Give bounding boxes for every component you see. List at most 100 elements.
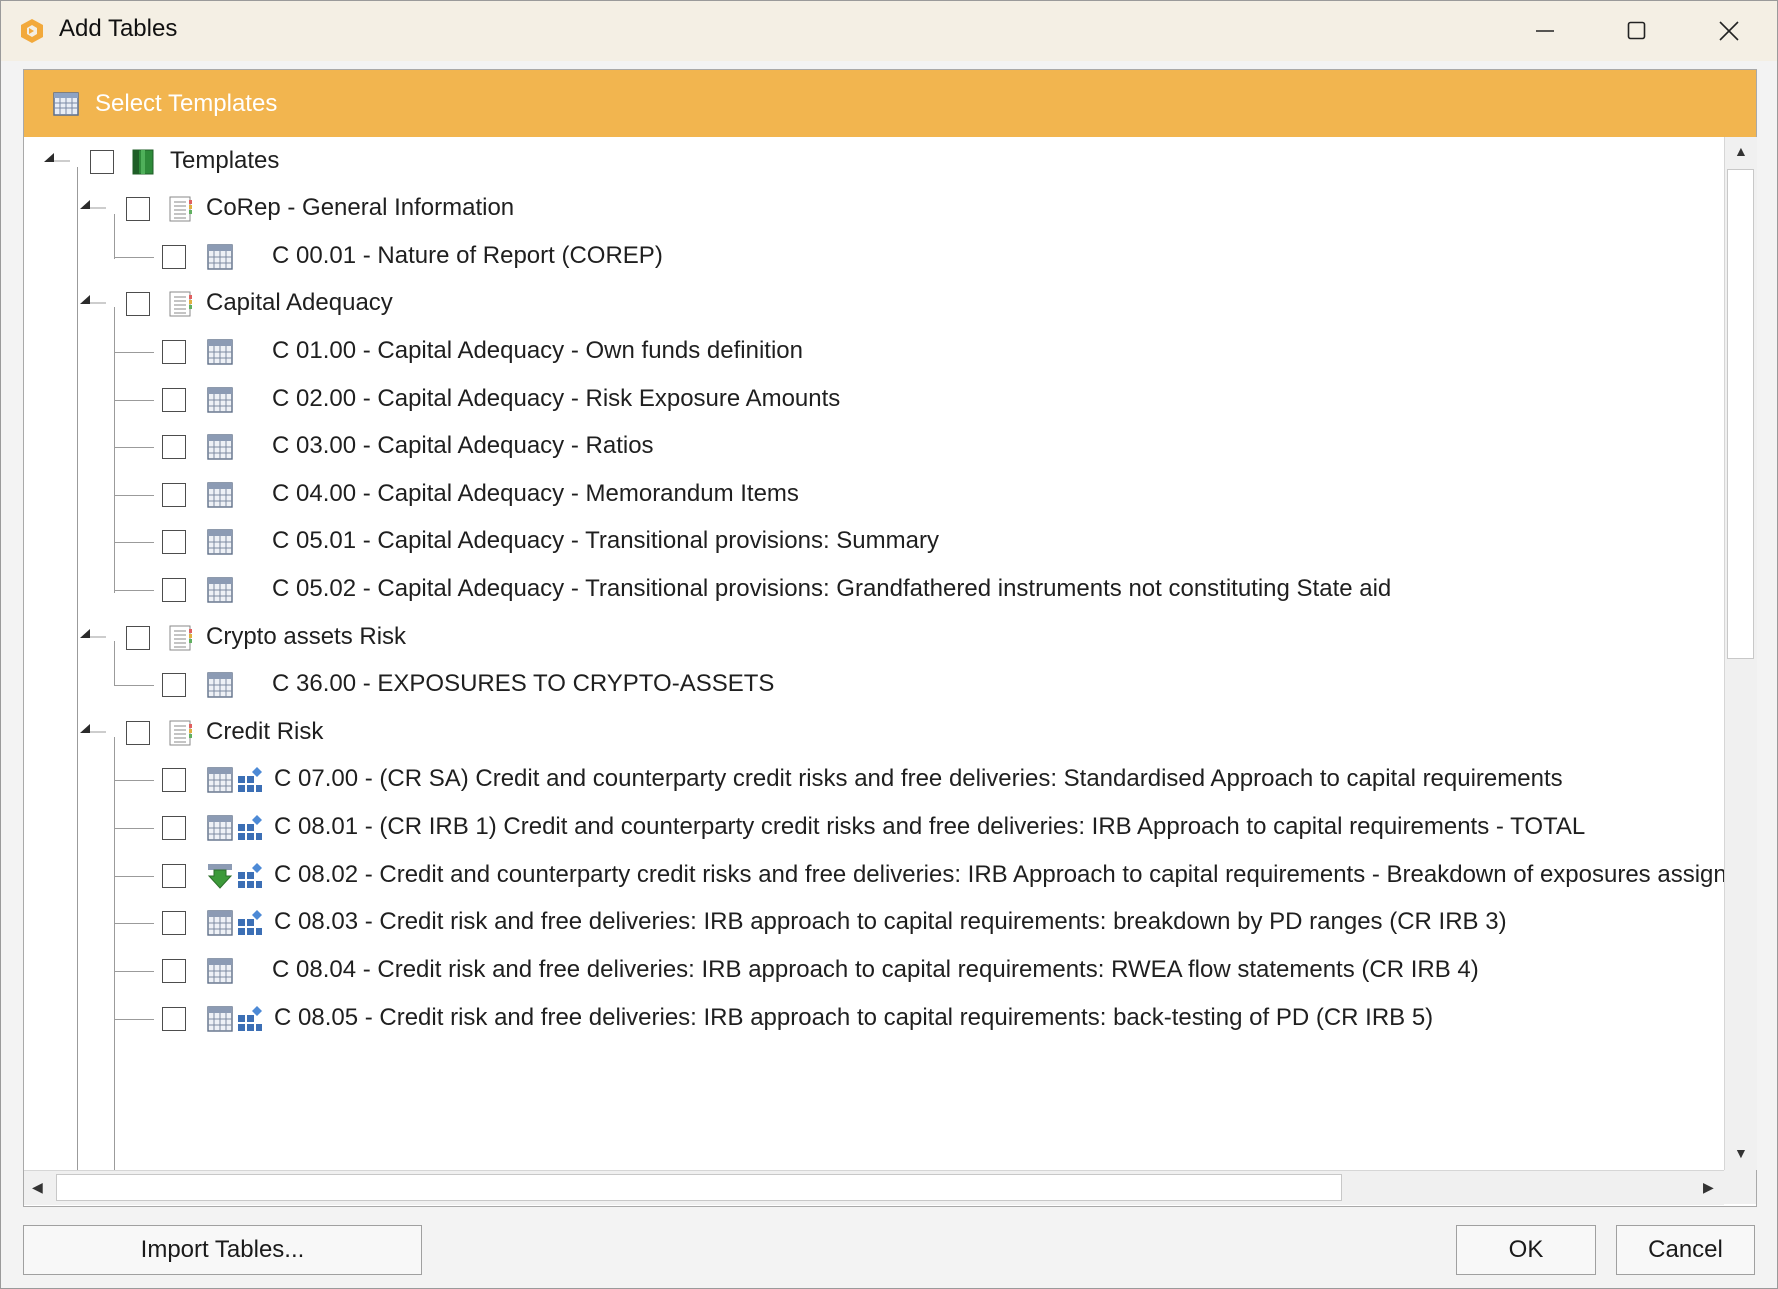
tree-item-label: C 02.00 - Capital Adequacy - Risk Exposu… — [272, 385, 841, 412]
tree-connector — [114, 352, 154, 353]
dimension-blocks-icon — [238, 863, 262, 888]
ok-button[interactable]: OK — [1456, 1225, 1596, 1275]
checkbox[interactable] — [162, 816, 186, 840]
tree-connector — [114, 828, 154, 829]
dimension-blocks-icon — [238, 815, 262, 840]
tree-group[interactable]: CoRep - General Information — [24, 184, 1724, 234]
checkbox[interactable] — [162, 483, 186, 507]
scroll-left-icon[interactable]: ◀ — [32, 1179, 43, 1196]
window-title: Add Tables — [59, 15, 178, 42]
vertical-scroll-thumb[interactable] — [1727, 169, 1754, 659]
tree-item[interactable]: C 05.01 - Capital Adequacy - Transitiona… — [24, 517, 1724, 567]
tree-item-label: C 08.03 - Credit risk and free deliverie… — [274, 908, 1507, 935]
checkbox[interactable] — [90, 150, 114, 174]
tree-group-label: Capital Adequacy — [206, 289, 393, 316]
tree-connector — [114, 400, 154, 401]
scroll-right-icon[interactable]: ▶ — [1703, 1179, 1714, 1196]
tree-item[interactable]: C 08.02 - Credit and counterparty credit… — [24, 851, 1724, 901]
tree-item[interactable]: C 08.03 - Credit risk and free deliverie… — [24, 898, 1724, 948]
list-document-icon — [169, 720, 192, 746]
checkbox[interactable] — [126, 626, 150, 650]
checkbox[interactable] — [126, 721, 150, 745]
list-document-icon — [169, 196, 192, 222]
tree-item[interactable]: C 07.00 - (CR SA) Credit and counterpart… — [24, 755, 1724, 805]
table-grid-icon — [207, 1006, 233, 1032]
tree-item[interactable]: C 08.01 - (CR IRB 1) Credit and counterp… — [24, 803, 1724, 853]
table-grid-icon — [207, 577, 233, 603]
title-bar: Add Tables — [1, 1, 1777, 61]
tree-item[interactable]: C 00.01 - Nature of Report (COREP) — [24, 232, 1724, 282]
tree-item[interactable]: C 08.04 - Credit risk and free deliverie… — [24, 946, 1724, 996]
green-download-icon — [207, 864, 233, 889]
checkbox[interactable] — [126, 292, 150, 316]
tree-item[interactable]: C 03.00 - Capital Adequacy - Ratios — [24, 422, 1724, 472]
tree-root-label: Templates — [170, 147, 280, 174]
tree-group[interactable]: Capital Adequacy — [24, 279, 1724, 329]
tree-connector — [114, 590, 154, 591]
tree-item[interactable]: C 01.00 - Capital Adequacy - Own funds d… — [24, 327, 1724, 377]
horizontal-scrollbar[interactable]: ◀ ▶ — [24, 1170, 1724, 1205]
tree-group-label: Crypto assets Risk — [206, 623, 407, 650]
select-templates-panel: Select Templates Templates CoRep - Genera… — [23, 69, 1757, 1207]
tree-item[interactable]: C 02.00 - Capital Adequacy - Risk Exposu… — [24, 375, 1724, 425]
maximize-button[interactable] — [1591, 1, 1683, 61]
close-icon — [1719, 21, 1739, 41]
collapse-arrow-icon[interactable] — [78, 627, 108, 641]
tree-item-label: C 08.04 - Credit risk and free deliverie… — [272, 956, 1479, 983]
table-grid-icon — [207, 339, 233, 365]
checkbox[interactable] — [162, 768, 186, 792]
scroll-up-icon[interactable]: ▲ — [1734, 143, 1748, 159]
tree-item-label: C 03.00 - Capital Adequacy - Ratios — [272, 432, 654, 459]
tree-item-label: C 04.00 - Capital Adequacy - Memorandum … — [272, 480, 799, 507]
app-logo-icon — [21, 19, 43, 43]
add-tables-dialog: Add Tables Select Templates Templates Co… — [0, 0, 1778, 1289]
checkbox[interactable] — [162, 673, 186, 697]
checkbox[interactable] — [162, 530, 186, 554]
cancel-button[interactable]: Cancel — [1616, 1225, 1755, 1275]
tree-item[interactable]: C 05.02 - Capital Adequacy - Transitiona… — [24, 565, 1724, 615]
maximize-icon — [1627, 21, 1646, 40]
tree-item[interactable]: C 08.05 - Credit risk and free deliverie… — [24, 994, 1724, 1044]
tree-group[interactable]: Credit Risk — [24, 708, 1724, 758]
close-button[interactable] — [1683, 1, 1775, 61]
tree-connector — [114, 495, 154, 496]
import-tables-button[interactable]: Import Tables... — [23, 1225, 422, 1275]
dimension-blocks-icon — [238, 767, 262, 792]
collapse-arrow-icon[interactable] — [78, 198, 108, 212]
tree-connector — [114, 923, 154, 924]
panel-header-title: Select Templates — [95, 90, 278, 117]
tree-item[interactable]: C 04.00 - Capital Adequacy - Memorandum … — [24, 470, 1724, 520]
minimize-button[interactable] — [1499, 1, 1591, 61]
table-grid-icon — [53, 92, 79, 116]
checkbox[interactable] — [162, 578, 186, 602]
tree-connector — [114, 447, 154, 448]
templates-tree[interactable]: Templates CoRep - General Information C 00… — [24, 137, 1724, 1170]
checkbox[interactable] — [126, 197, 150, 221]
checkbox[interactable] — [162, 959, 186, 983]
tree-group[interactable]: Crypto assets Risk — [24, 613, 1724, 663]
checkbox[interactable] — [162, 435, 186, 459]
tree-connector — [114, 876, 154, 877]
checkbox[interactable] — [162, 340, 186, 364]
checkbox[interactable] — [162, 388, 186, 412]
table-grid-icon — [207, 529, 233, 555]
checkbox[interactable] — [162, 911, 186, 935]
collapse-arrow-icon[interactable] — [78, 293, 108, 307]
collapse-arrow-icon[interactable] — [42, 151, 72, 165]
scroll-down-icon[interactable]: ▼ — [1734, 1145, 1748, 1161]
tree-group-label: Credit Risk — [206, 718, 324, 745]
tree-connector — [114, 1019, 154, 1020]
checkbox[interactable] — [162, 245, 186, 269]
tree-item[interactable]: C 36.00 - EXPOSURES TO CRYPTO-ASSETS — [24, 660, 1724, 710]
horizontal-scroll-thumb[interactable] — [56, 1174, 1342, 1201]
dimension-blocks-icon — [238, 1006, 262, 1031]
tree-root-templates[interactable]: Templates — [24, 137, 1724, 187]
tree-item-label: C 05.02 - Capital Adequacy - Transitiona… — [272, 575, 1392, 602]
panel-header: Select Templates — [24, 70, 1756, 137]
dimension-blocks-icon — [238, 910, 262, 935]
checkbox[interactable] — [162, 864, 186, 888]
collapse-arrow-icon[interactable] — [78, 722, 108, 736]
checkbox[interactable] — [162, 1007, 186, 1031]
vertical-scrollbar[interactable]: ▲ ▼ — [1724, 137, 1757, 1170]
tree-item-label: C 00.01 - Nature of Report (COREP) — [272, 242, 663, 269]
